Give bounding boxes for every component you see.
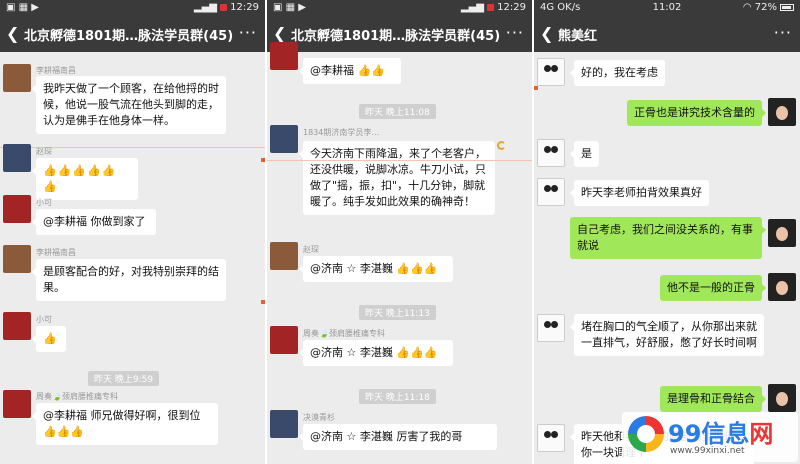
chat-panel-2: ▣ ▦ ▶ ▂▄▆ 12:29 ❮ 北京孵德1801期…脉法学员群(45) ··… [267,0,532,464]
back-icon[interactable]: ❮ [273,24,286,43]
signal-icon: ▂▄▆ [460,2,484,13]
sender-name: 周奏🍃颈肩腰椎痛专科 [36,392,118,401]
timestamp: 昨天 晚上11:13 [359,305,436,320]
chat-header: ❮ 熊美红 ··· [534,16,800,52]
message-bubble[interactable]: 👍👍👍👍👍👍 [32,158,138,200]
sender-name: 赵琛 [36,147,52,156]
sender-name: 李耕福南昌 [36,66,76,75]
status-bar: 4G OK/s 11:02 ◠ 72% [534,0,800,16]
avatar[interactable] [537,139,565,167]
sender-name: 决漠青杉 [303,413,335,422]
avatar[interactable] [3,245,31,273]
chat-title: 北京孵德1801期…脉法学员群(45) [24,29,234,44]
message-list[interactable]: 好的，我在考虑 正骨也是讲究技术含量的 是 昨天李老师拍背效果真好 自己考虑，我… [534,52,800,464]
avatar[interactable] [270,42,298,70]
battery-icon [780,4,794,11]
message-bubble[interactable]: @李耕福 👍👍 [299,58,401,84]
more-icon[interactable]: ··· [239,23,257,42]
logo-icon [628,416,664,452]
message-bubble[interactable]: 👍 [32,326,66,352]
sender-name: 小可 [36,315,52,324]
avatar[interactable] [270,242,298,270]
avatar[interactable] [270,410,298,438]
notification-icon [219,4,227,11]
notification-icon [486,4,494,11]
back-icon[interactable]: ❮ [540,24,553,43]
wifi-icon: ◠ [742,2,752,13]
status-icons: ▣ ▦ ▶ [273,2,306,13]
more-icon[interactable]: ··· [774,23,792,42]
sender-name: 1834期济南学员李… [303,128,380,137]
divider [267,160,532,161]
sender-name: 小可 [36,198,52,207]
marker [534,86,538,90]
message-bubble[interactable]: @济南 ☆ 李湛巍 👍👍👍 [299,340,453,366]
battery-level: 72% [754,2,777,13]
status-bar: ▣ ▦ ▶ ▂▄▆ 12:29 [0,0,265,16]
avatar[interactable] [270,326,298,354]
message-list[interactable]: 李耕福南昌 我昨天做了一个顾客，在给他捋的时候，他说一股气流在他头到脚的走，认为… [0,52,265,464]
message-list[interactable]: @李耕福 👍👍 昨天 晚上11:08 1834期济南学员李… 今天济南下雨降温，… [267,42,532,464]
marker [261,158,265,162]
brand-net: 网 [749,420,774,448]
brand-number: 99 [668,420,702,448]
message-bubble[interactable]: 自己考虑，我们之间没关系的，有事就说 [570,217,766,259]
back-icon[interactable]: ❮ [6,24,19,43]
chat-header: ❮ 北京孵德1801期…脉法学员群(45) ··· [267,16,532,52]
status-time: 12:29 [497,2,526,13]
avatar[interactable] [537,58,565,86]
timestamp: 昨天 晚上9:59 [88,371,160,386]
status-icons: ▣ ▦ ▶ [6,2,39,13]
message-bubble[interactable]: @济南 ☆ 李湛巍 👍👍👍 [299,256,453,282]
message-bubble[interactable]: 昨天李老师拍背效果真好 [570,180,709,206]
sender-name: 李耕福南昌 [36,248,76,257]
message-bubble[interactable]: 好的，我在考虑 [570,60,665,86]
chat-header: ❮ 北京孵德1801期…脉法学员群(45) ··· [0,16,265,52]
chat-panel-3: 4G OK/s 11:02 ◠ 72% ❮ 熊美红 ··· 好的，我在考虑 正骨… [534,0,800,464]
more-icon[interactable]: ··· [506,23,524,42]
status-time: 12:29 [230,2,259,13]
message-bubble[interactable]: 是顾客配合的好，对我特别崇拜的结果。 [32,259,226,301]
watermark-brand: 99信息网 [668,414,773,449]
message-bubble[interactable]: 我昨天做了一个顾客，在给他捋的时候，他说一股气流在他头到脚的走，认为是佛手在他身… [32,76,226,134]
message-bubble[interactable]: 堵在胸口的气全顺了，从你那出来就一直排气，好舒服，憋了好长时间啊 [570,314,764,356]
avatar[interactable] [537,424,565,452]
chat-panel-1: ▣ ▦ ▶ ▂▄▆ 12:29 ❮ 北京孵德1801期…脉法学员群(45) ··… [0,0,265,464]
message-bubble[interactable]: @李耕福 师兄做得好啊，很到位👍👍👍 [32,403,218,445]
message-bubble[interactable]: @李耕福 你做到家了 [32,209,156,235]
avatar[interactable] [537,314,565,342]
avatar[interactable] [3,390,31,418]
avatar[interactable] [768,219,796,247]
watermark-url: www.99xinxi.net [670,446,745,456]
avatar[interactable] [3,312,31,340]
avatar[interactable] [768,384,796,412]
avatar[interactable] [3,64,31,92]
site-watermark: 99信息网 www.99xinxi.net [622,412,798,462]
message-bubble[interactable]: 今天济南下雨降温，来了个老客户，还没供暖，说脚冰凉。牛刀小试，只做了"摇，振，扣… [299,141,495,215]
avatar[interactable] [768,98,796,126]
chat-title: 北京孵德1801期…脉法学员群(45) [291,29,501,44]
sender-name: 赵琛 [303,245,319,254]
signal-icon: ▂▄▆ [193,2,217,13]
message-bubble[interactable]: 正骨也是讲究技术含量的 [627,100,766,126]
timestamp: 昨天 晚上11:08 [359,104,436,119]
brand-text: 信息 [701,420,750,448]
status-bar: ▣ ▦ ▶ ▂▄▆ 12:29 [267,0,532,16]
chat-title: 熊美红 [558,29,598,44]
message-bubble[interactable]: 他不是一般的正骨 [660,275,766,301]
avatar[interactable] [270,125,298,153]
message-bubble[interactable]: 是理骨和正骨结合 [660,386,766,412]
avatar[interactable] [3,144,31,172]
message-bubble[interactable]: @济南 ☆ 李湛巍 厉害了我的哥 [299,424,497,450]
sender-name: 周奏🍃颈肩腰椎痛专科 [303,329,385,338]
loading-icon [497,141,506,150]
avatar[interactable] [3,195,31,223]
avatar[interactable] [537,178,565,206]
message-bubble[interactable]: 是 [570,141,599,167]
timestamp: 昨天 晚上11:18 [359,389,436,404]
marker [261,300,265,304]
avatar[interactable] [768,273,796,301]
